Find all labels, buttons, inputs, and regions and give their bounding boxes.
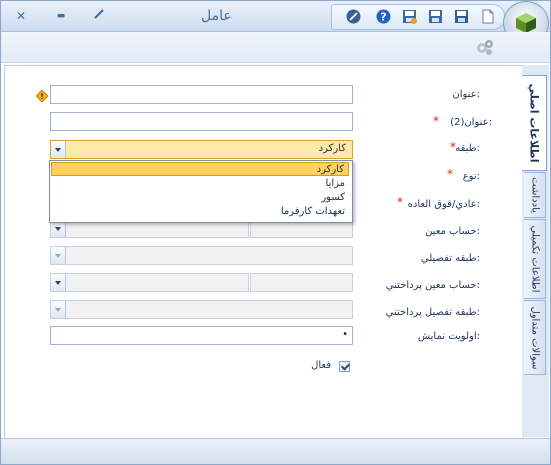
type-label: نوع: [462, 171, 480, 182]
display-priority-value: • [342, 329, 348, 340]
dropdown-option[interactable]: كسور [51, 191, 349, 205]
detail-category-select[interactable] [50, 246, 353, 265]
help-icon[interactable]: ? [376, 9, 391, 24]
title-bar: ✕ ▬ عامل ? [1, 1, 550, 45]
save-icon[interactable] [454, 9, 469, 24]
required-mark: * [433, 114, 439, 128]
quick-access-toolbar: ? [331, 4, 505, 30]
display-priority-input[interactable]: • [50, 326, 353, 345]
category-select[interactable]: كاركرد [50, 140, 353, 159]
title-input[interactable] [50, 85, 353, 104]
tab-main-info[interactable]: اطلاعات اصلي [522, 75, 547, 171]
account-label: حساب معين: [425, 226, 480, 237]
window-title: عامل [201, 8, 232, 24]
tab-extra-info[interactable]: اطلاعات تكميلي [524, 219, 546, 299]
chevron-down-icon[interactable] [51, 274, 66, 291]
svg-text:?: ? [380, 11, 386, 24]
tab-faq[interactable]: سوالات متداول [524, 300, 546, 375]
payable-account-label: حساب معين پرداختني: [385, 280, 480, 291]
settings-gears-icon[interactable] [475, 37, 495, 57]
warning-icon: ! [36, 90, 48, 102]
category-dropdown-list: كاركرد مزايا كسور تعهدات كارفرما [49, 160, 353, 223]
detail-category-label: طبقه تفصيلي: [420, 253, 480, 264]
tools-icon[interactable] [346, 9, 361, 24]
vertical-tab-strip: اطلاعات اصلي يادداشت اطلاعات تكميلي سوال… [522, 65, 549, 437]
status-bar [1, 438, 550, 464]
payable-account-code-input[interactable] [250, 273, 353, 292]
dropdown-option[interactable]: مزايا [51, 177, 349, 191]
payable-account-select[interactable] [50, 273, 249, 292]
dropdown-option[interactable]: كاركرد [51, 162, 349, 176]
required-mark: * [447, 167, 453, 181]
restore-window-button[interactable] [91, 8, 107, 24]
required-mark: * [397, 195, 403, 209]
new-document-icon[interactable] [480, 9, 495, 24]
window: ✕ ▬ عامل ? اطلاعات اصلي يادداشت اطلاعات … [0, 0, 551, 465]
display-priority-label: اولويت نمايش: [417, 331, 480, 342]
normal-extra-label: عادي/فوق العاده: [407, 199, 480, 210]
svg-text:!: ! [40, 92, 44, 101]
minimize-window-button[interactable]: ▬ [53, 8, 69, 24]
active-checkbox[interactable] [339, 361, 350, 372]
dropdown-option[interactable]: تعهدات كارفرما [51, 205, 349, 219]
title2-input[interactable] [50, 112, 353, 131]
save-new-icon[interactable] [402, 9, 417, 24]
active-label: فعال [311, 360, 331, 371]
close-window-button[interactable]: ✕ [13, 8, 29, 24]
payable-detail-category-select[interactable] [50, 300, 353, 319]
chevron-down-icon[interactable] [51, 301, 66, 318]
save-close-icon[interactable] [428, 9, 443, 24]
title2-label: عنوان(2): [450, 117, 492, 128]
ribbon-bar [1, 32, 550, 63]
required-mark: * [450, 140, 456, 154]
tab-notes[interactable]: يادداشت [524, 172, 546, 218]
title-label: عنوان: [452, 89, 480, 100]
chevron-down-icon[interactable] [51, 247, 66, 264]
payable-detail-category-label: طبقه تفصيل پرداختني: [385, 307, 480, 318]
chevron-down-icon[interactable] [51, 141, 66, 158]
category-label: طبقه: [455, 143, 480, 154]
category-value: كاركرد [318, 143, 346, 154]
